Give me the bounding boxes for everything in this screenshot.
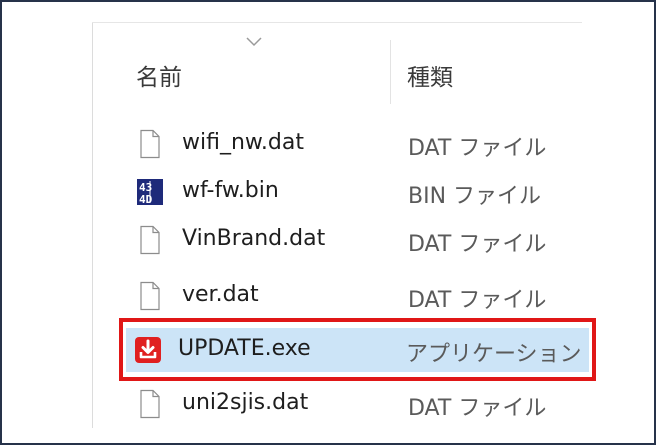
file-row[interactable]: VinBrand.dat DAT ファイル bbox=[122, 220, 592, 260]
document-icon bbox=[140, 281, 160, 311]
file-type: DAT ファイル bbox=[408, 232, 547, 257]
document-icon bbox=[140, 129, 160, 159]
pane-border-top bbox=[92, 22, 582, 23]
file-name: VinBrand.dat bbox=[182, 226, 326, 251]
svg-text:4D: 4D bbox=[139, 193, 153, 206]
file-type: BIN ファイル bbox=[408, 184, 542, 209]
file-row[interactable]: uni2sjis.dat DAT ファイル bbox=[122, 384, 592, 424]
pane-border bbox=[92, 22, 93, 428]
file-type: DAT ファイル bbox=[408, 136, 547, 161]
file-name: wf-fw.bin bbox=[182, 178, 279, 203]
column-header-type[interactable]: 種類 bbox=[407, 58, 453, 92]
sort-chevron-icon[interactable] bbox=[245, 36, 263, 48]
file-row[interactable]: 43 4D wf-fw.bin BIN ファイル bbox=[122, 172, 592, 212]
document-icon bbox=[140, 225, 160, 255]
binary-file-icon: 43 4D bbox=[137, 179, 163, 206]
file-row[interactable]: wifi_nw.dat DAT ファイル bbox=[122, 124, 592, 164]
file-name: uni2sjis.dat bbox=[182, 390, 309, 415]
highlight-box bbox=[119, 318, 596, 381]
file-row[interactable]: ver.dat DAT ファイル bbox=[122, 276, 592, 316]
file-name: ver.dat bbox=[182, 282, 259, 307]
file-name: wifi_nw.dat bbox=[182, 130, 304, 155]
column-header-name[interactable]: 名前 bbox=[136, 58, 182, 92]
file-type: DAT ファイル bbox=[408, 396, 547, 421]
document-icon bbox=[140, 389, 160, 419]
column-separator[interactable] bbox=[390, 40, 391, 104]
file-type: DAT ファイル bbox=[408, 288, 547, 313]
